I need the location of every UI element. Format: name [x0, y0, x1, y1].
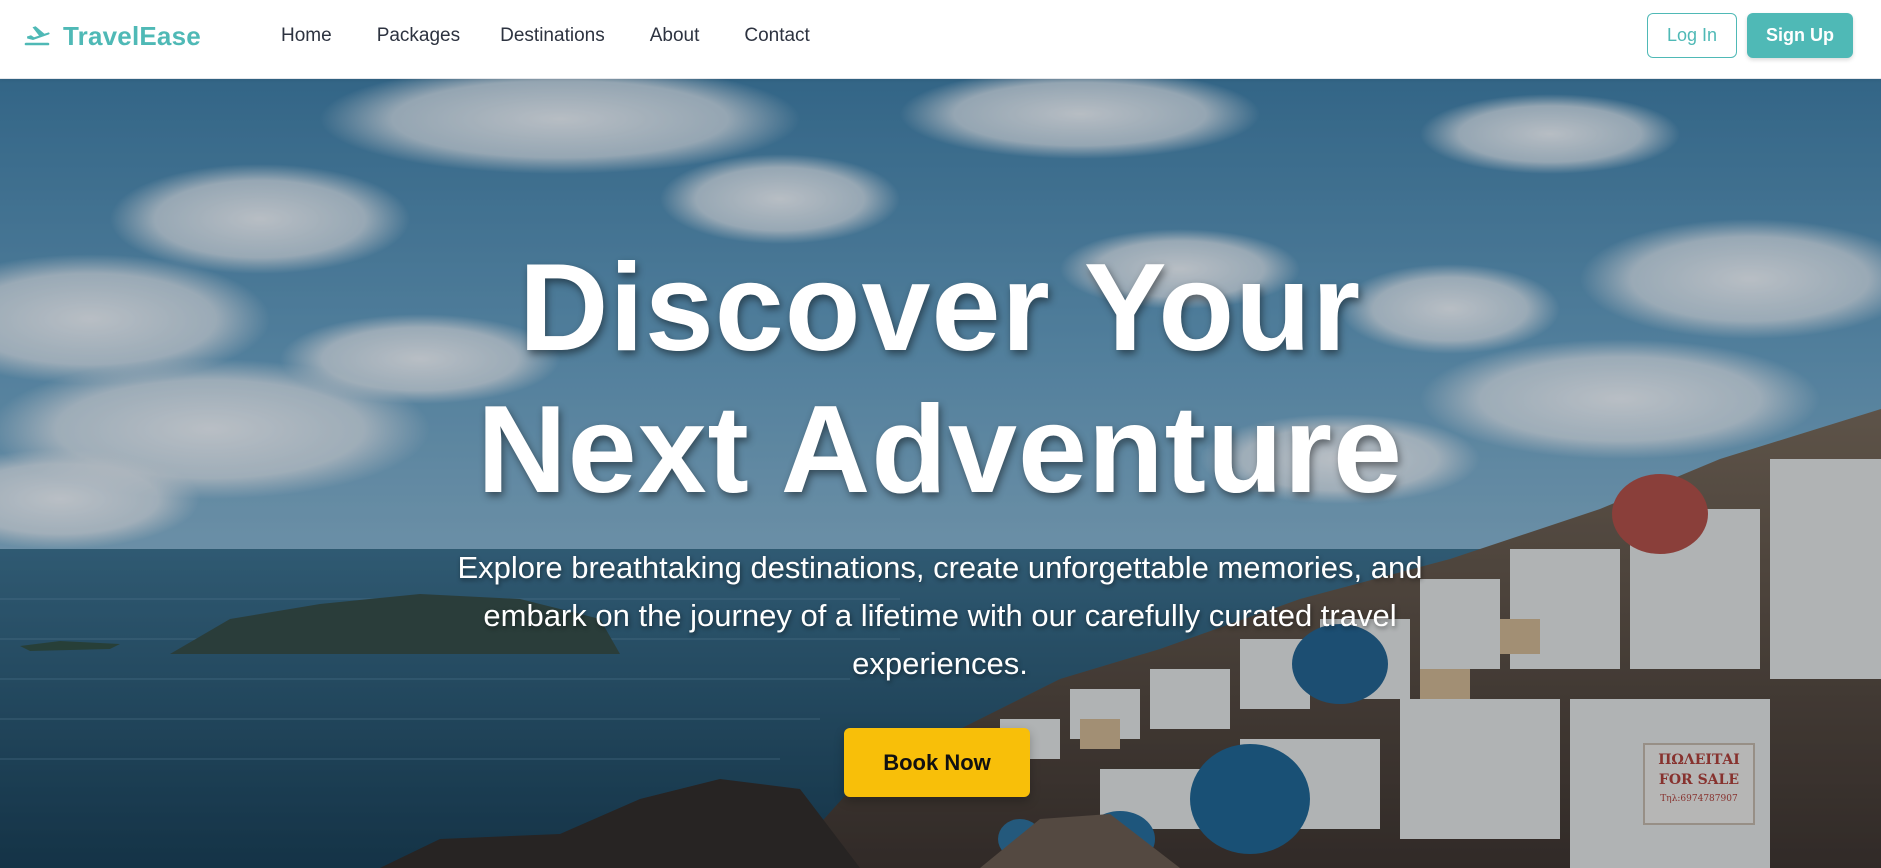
hero-title: Discover Your Next Adventure: [340, 237, 1540, 521]
nav-link-packages[interactable]: Packages: [377, 24, 460, 48]
brand-name: TravelEase: [63, 20, 201, 51]
navbar: TravelEase Home Packages Destinations Ab…: [0, 0, 1881, 79]
hero-title-line-2: Next Adventure: [477, 381, 1403, 519]
hero-subtitle: Explore breathtaking destinations, creat…: [457, 550, 1423, 681]
main-nav: Home Packages Destinations About Contact: [281, 24, 810, 48]
nav-link-contact[interactable]: Contact: [744, 24, 809, 48]
login-button[interactable]: Log In: [1647, 13, 1737, 58]
hero-content: Discover Your Next Adventure Explore bre…: [0, 79, 1881, 868]
book-now-button[interactable]: Book Now: [844, 728, 1030, 797]
airplane-takeoff-icon: [24, 26, 50, 46]
signup-button[interactable]: Sign Up: [1747, 13, 1853, 58]
nav-link-home[interactable]: Home: [281, 24, 332, 48]
hero-title-line-1: Discover Your: [518, 239, 1362, 377]
hero-section: ΠΩΛΕΙΤΑΙ FOR SALE Τηλ:6974787907 Discove…: [0, 79, 1881, 868]
nav-link-destinations[interactable]: Destinations: [500, 24, 605, 48]
brand-logo[interactable]: TravelEase: [23, 20, 201, 52]
nav-link-about[interactable]: About: [650, 24, 700, 48]
